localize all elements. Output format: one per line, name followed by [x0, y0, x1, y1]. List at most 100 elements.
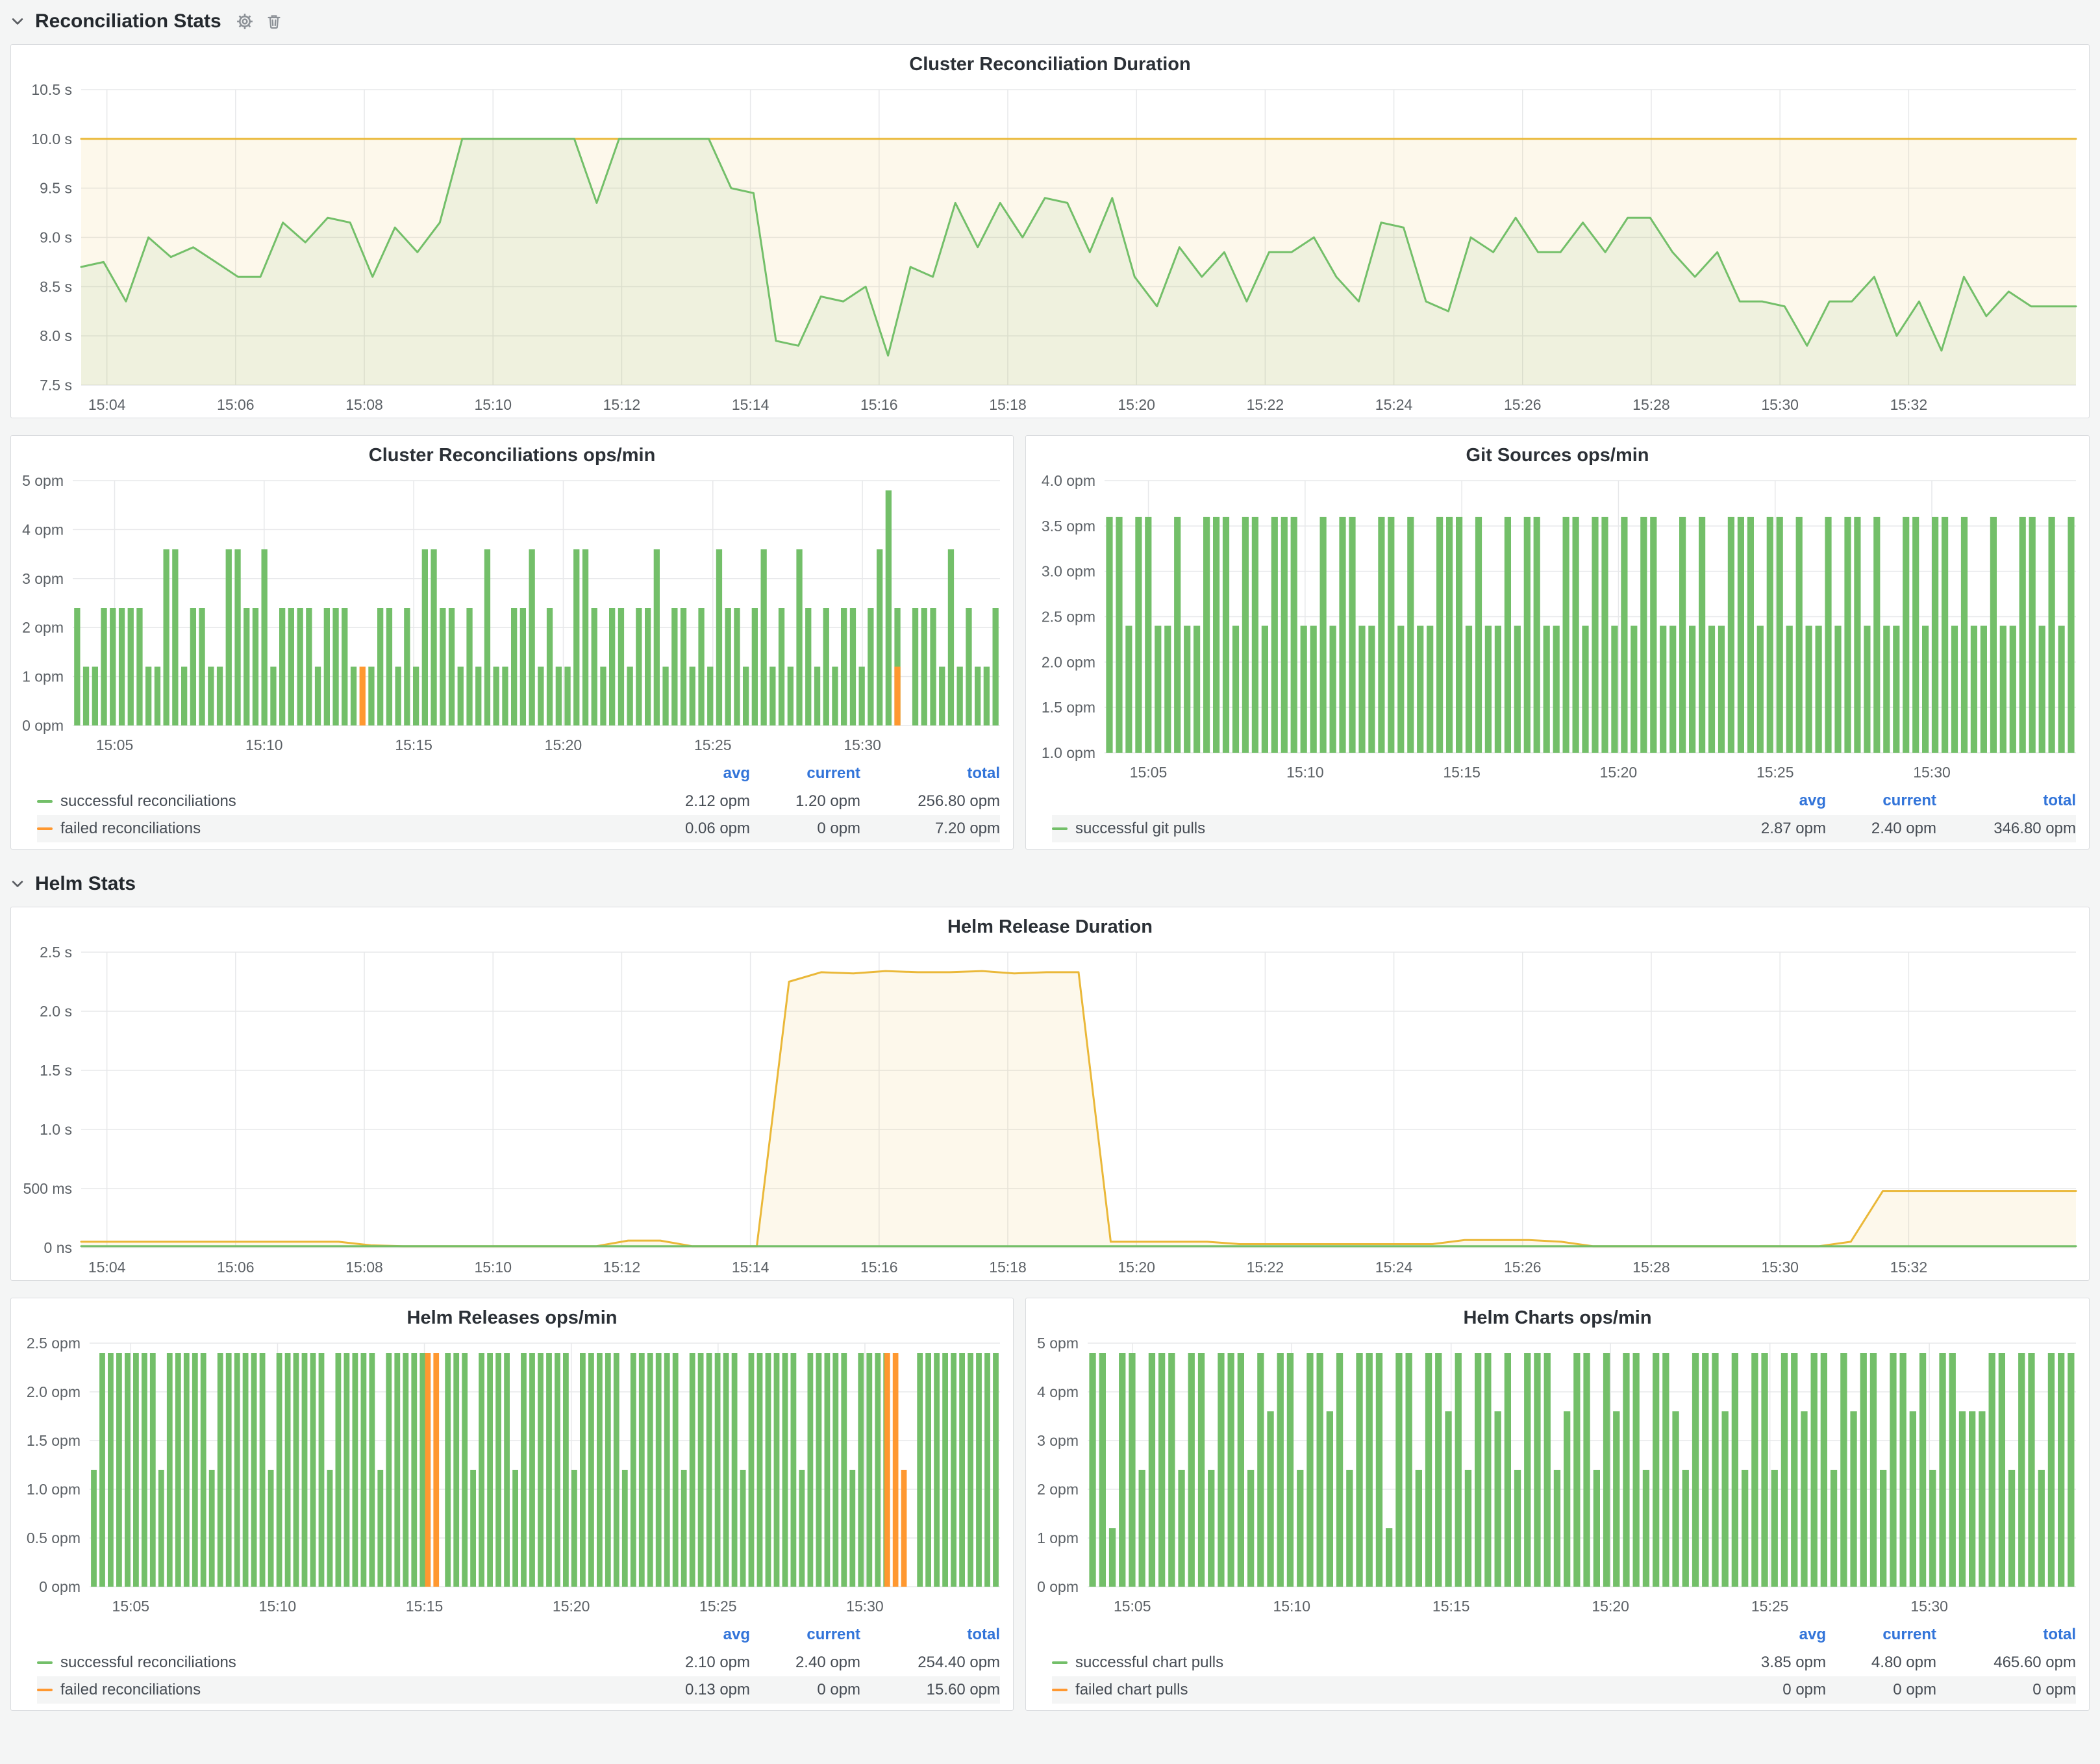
svg-text:0 ns: 0 ns [44, 1239, 72, 1256]
svg-text:1.5 opm: 1.5 opm [1042, 699, 1095, 716]
svg-text:2.5 opm: 2.5 opm [27, 1335, 81, 1352]
svg-text:15:10: 15:10 [474, 1259, 512, 1276]
legend-col-current[interactable]: current [750, 764, 860, 783]
legend-current-value: 0 opm [1826, 1681, 1936, 1699]
legend-col-total[interactable]: total [860, 764, 1000, 783]
panel-title[interactable]: Cluster Reconciliation Duration [11, 45, 2089, 77]
legend-col-total[interactable]: total [1936, 1626, 2076, 1644]
legend-total-value: 256.80 opm [860, 792, 1000, 811]
svg-text:15:10: 15:10 [259, 1598, 297, 1615]
series-toggle[interactable]: successful chart pulls [1052, 1654, 1716, 1672]
svg-text:15:04: 15:04 [88, 1259, 126, 1276]
panel-title[interactable]: Helm Charts ops/min [1026, 1298, 2089, 1330]
svg-text:1.0 s: 1.0 s [40, 1121, 72, 1138]
svg-text:15:24: 15:24 [1375, 1259, 1413, 1276]
legend: avg current total successful reconciliat… [11, 758, 1013, 849]
legend-avg-value: 0 opm [1716, 1681, 1826, 1699]
svg-text:9.0 s: 9.0 s [40, 229, 72, 246]
legend-current-value: 2.40 opm [750, 1654, 860, 1672]
legend-avg-value: 2.10 opm [640, 1654, 750, 1672]
series-label: failed reconciliations [60, 1681, 201, 1699]
svg-text:15:16: 15:16 [860, 1259, 898, 1276]
svg-text:15:15: 15:15 [406, 1598, 444, 1615]
svg-text:15:10: 15:10 [245, 737, 283, 753]
svg-text:1.5 opm: 1.5 opm [27, 1432, 81, 1449]
legend-col-avg[interactable]: avg [640, 1626, 750, 1644]
legend-col-avg[interactable]: avg [1716, 1626, 1826, 1644]
gear-icon[interactable] [236, 12, 254, 31]
svg-text:15:20: 15:20 [545, 737, 582, 753]
cluster-reconciliations-graph[interactable]: 0 opm1 opm2 opm3 opm4 opm5 opm15:0515:10… [11, 468, 1013, 758]
svg-text:15:30: 15:30 [1761, 1259, 1799, 1276]
svg-text:10.5 s: 10.5 s [31, 81, 72, 98]
svg-text:15:08: 15:08 [345, 1259, 383, 1276]
series-label: failed reconciliations [60, 820, 201, 838]
svg-text:15:25: 15:25 [694, 737, 732, 753]
series-toggle[interactable]: successful git pulls [1052, 820, 1716, 838]
svg-text:2.0 s: 2.0 s [40, 1003, 72, 1020]
row-header-helm-stats[interactable]: Helm Stats [10, 868, 2090, 900]
legend-current-value: 0 opm [750, 820, 860, 838]
legend-header-row: avg current total [1052, 1620, 2076, 1649]
svg-text:15:10: 15:10 [1273, 1598, 1310, 1615]
legend-total-value: 0 opm [1936, 1681, 2076, 1699]
panel-title[interactable]: Cluster Reconciliations ops/min [11, 436, 1013, 468]
panel-git-sources-opm: Git Sources ops/min 1.0 opm1.5 opm2.0 op… [1025, 435, 2090, 850]
legend-col-avg[interactable]: avg [640, 764, 750, 783]
svg-text:0 opm: 0 opm [1037, 1578, 1079, 1595]
legend-row-successful-git-pulls: successful git pulls 2.87 opm 2.40 opm 3… [1052, 815, 2076, 842]
legend-row-successful-reconciliations: successful reconciliations 2.10 opm 2.40… [37, 1649, 1000, 1676]
series-toggle[interactable]: successful reconciliations [37, 1654, 640, 1672]
svg-text:0 opm: 0 opm [22, 717, 64, 734]
trash-icon[interactable] [266, 13, 282, 30]
legend-header-row: avg current total [37, 1620, 1000, 1649]
series-toggle[interactable]: failed chart pulls [1052, 1681, 1716, 1699]
legend-col-current[interactable]: current [1826, 792, 1936, 810]
panel-title[interactable]: Git Sources ops/min [1026, 436, 2089, 468]
svg-text:4.0 opm: 4.0 opm [1042, 472, 1095, 489]
svg-text:15:05: 15:05 [112, 1598, 150, 1615]
svg-text:3.0 opm: 3.0 opm [1042, 563, 1095, 580]
svg-text:2.0 opm: 2.0 opm [1042, 653, 1095, 670]
panel-title[interactable]: Helm Releases ops/min [11, 1298, 1013, 1330]
panel-cluster-reconciliation-duration: Cluster Reconciliation Duration 7.5 s 8.0… [10, 44, 2090, 418]
cluster-reconciliation-duration-graph[interactable]: 7.5 s8.0 s8.5 s9.0 s9.5 s10.0 s10.5 s15:… [11, 77, 2089, 418]
series-label: successful git pulls [1075, 820, 1205, 838]
svg-text:10.0 s: 10.0 s [31, 131, 72, 147]
svg-text:15:20: 15:20 [1592, 1598, 1629, 1615]
legend-col-total[interactable]: total [1936, 792, 2076, 810]
helm-releases-graph[interactable]: 0 opm0.5 opm1.0 opm1.5 opm2.0 opm2.5 opm… [11, 1330, 1013, 1619]
svg-text:3.5 opm: 3.5 opm [1042, 518, 1095, 535]
legend-current-value: 1.20 opm [750, 792, 860, 811]
svg-text:7.5 s: 7.5 s [40, 377, 72, 394]
svg-text:15:20: 15:20 [553, 1598, 590, 1615]
legend-avg-value: 2.87 opm [1716, 820, 1826, 838]
svg-text:1.5 s: 1.5 s [40, 1062, 72, 1079]
panel-title[interactable]: Helm Release Duration [11, 907, 2089, 939]
legend: avg current total successful reconciliat… [11, 1619, 1013, 1710]
svg-text:3 opm: 3 opm [22, 570, 64, 587]
git-sources-graph[interactable]: 1.0 opm1.5 opm2.0 opm2.5 opm3.0 opm3.5 o… [1026, 468, 2089, 785]
svg-text:15:32: 15:32 [1890, 1259, 1928, 1276]
legend-col-avg[interactable]: avg [1716, 792, 1826, 810]
legend-col-current[interactable]: current [1826, 1626, 1936, 1644]
legend: avg current total successful chart pulls… [1026, 1619, 2089, 1710]
helm-charts-graph[interactable]: 0 opm1 opm2 opm3 opm4 opm5 opm15:0515:10… [1026, 1330, 2089, 1619]
helm-release-duration-graph[interactable]: 0 ns500 ms1.0 s1.5 s2.0 s2.5 s15:0415:06… [11, 939, 2089, 1280]
svg-text:15:16: 15:16 [860, 396, 898, 413]
svg-text:8.0 s: 8.0 s [40, 327, 72, 344]
row-header-reconciliation-stats[interactable]: Reconciliation Stats [10, 5, 2090, 38]
legend-avg-value: 0.13 opm [640, 1681, 750, 1699]
series-toggle[interactable]: successful reconciliations [37, 792, 640, 811]
series-toggle[interactable]: failed reconciliations [37, 820, 640, 838]
svg-text:15:10: 15:10 [1286, 764, 1324, 781]
series-toggle[interactable]: failed reconciliations [37, 1681, 640, 1699]
svg-text:15:06: 15:06 [217, 1259, 255, 1276]
legend-col-current[interactable]: current [750, 1626, 860, 1644]
svg-text:4 opm: 4 opm [22, 521, 64, 538]
legend-col-total[interactable]: total [860, 1626, 1000, 1644]
panel-helm-charts-opm: Helm Charts ops/min 0 opm1 opm2 opm3 opm… [1025, 1298, 2090, 1711]
svg-text:5 opm: 5 opm [1037, 1335, 1079, 1352]
svg-text:2 opm: 2 opm [22, 619, 64, 636]
series-swatch [37, 1661, 53, 1664]
